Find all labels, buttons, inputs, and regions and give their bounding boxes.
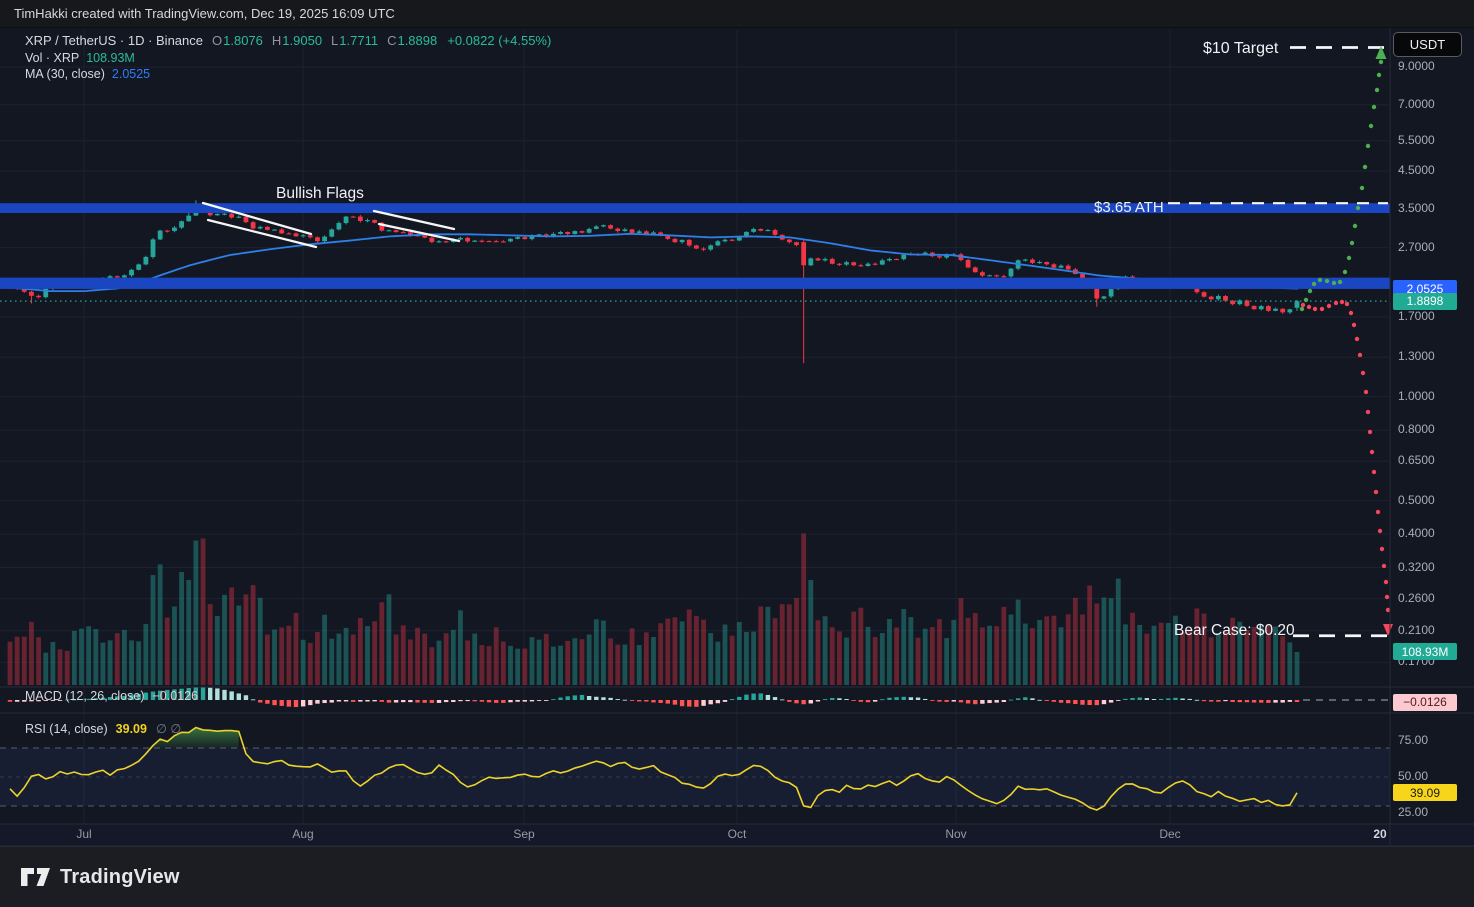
time-label: Sep (513, 827, 535, 841)
overlay-layer (0, 46, 1393, 638)
attribution-text: TimHakki created with TradingView.com, D… (14, 6, 395, 21)
low-label: L (331, 33, 339, 48)
price-tick-label: 3.5000 (1398, 200, 1435, 215)
rsi-null-icons: ∅ ∅ (155, 722, 182, 736)
flag-line (206, 218, 318, 249)
price-tick-label: 0.6500 (1398, 453, 1435, 468)
time-axis[interactable]: Jul Aug Sep Oct Nov Dec 20 (0, 824, 1474, 846)
price-tick-label: 7.0000 (1398, 96, 1435, 111)
volume-layer (7, 533, 1300, 685)
rsi-tick-label: 75.00 (1398, 732, 1429, 747)
price-tick-label: 0.2600 (1398, 590, 1435, 605)
change-value: +0.0822 (+4.55%) (447, 33, 552, 48)
price-badge-volume: 108.93M (1393, 643, 1457, 661)
price-tick-label: 1.7000 (1398, 309, 1435, 323)
open-value: 1.8076 (223, 33, 263, 48)
grid-layer (0, 30, 1474, 846)
price-tick-label: 0.5000 (1398, 492, 1435, 507)
price-tick-label: 9.0000 (1398, 59, 1435, 73)
volume-legend-row[interactable]: Vol · XRP 108.93M (25, 50, 551, 67)
brand-name: TradingView (60, 865, 180, 888)
time-label: Jul (76, 827, 92, 841)
rsi-label: RSI (14, close) (25, 722, 108, 736)
main-chart-canvas[interactable] (0, 0, 1474, 907)
price-tick-label: 2.7000 (1398, 239, 1435, 254)
price-tick-label: 4.5000 (1398, 162, 1435, 177)
price-tick-label: 0.4000 (1398, 526, 1435, 541)
price-axis[interactable]: 9.0000 7.0000 5.5000 4.5000 3.5000 2.7000 1.70… (1391, 28, 1474, 846)
annotation-target: $10 Target (1203, 40, 1279, 57)
rsi-value: 39.09 (115, 722, 147, 736)
price-tick-label: 5.5000 (1398, 132, 1435, 147)
time-label: Dec (1159, 827, 1181, 841)
ma-value: 2.0525 (111, 67, 151, 81)
footer-bar: TradingView (0, 846, 1474, 907)
annotation-bear-case: Bear Case: $0.20 (1174, 622, 1295, 639)
close-value: 1.8898 (397, 33, 438, 48)
time-label: Aug (292, 827, 314, 841)
tradingview-logo-icon (21, 868, 50, 886)
price-tick-label: 1.3000 (1398, 349, 1435, 364)
high-value: 1.9050 (282, 33, 323, 48)
low-value: 1.7711 (339, 33, 379, 48)
currency-toggle-button[interactable]: USDT (1393, 32, 1462, 57)
high-label: H (271, 33, 282, 48)
rsi-tick-label: 50.00 (1398, 769, 1429, 783)
price-tick-label: 0.2100 (1398, 622, 1435, 637)
close-label: C (387, 33, 397, 48)
price-badge-rsi: 39.09 (1393, 784, 1457, 802)
macd-label: MACD (12, 26, close) (25, 689, 145, 703)
price-tick-label: 0.8000 (1398, 422, 1435, 437)
macd-legend-row[interactable]: MACD (12, 26, close) −0.0126 (25, 689, 198, 703)
volume-value: 108.93M (86, 50, 135, 65)
macd-value: −0.0126 (152, 689, 199, 703)
time-label: Oct (727, 827, 747, 841)
rsi-tick-label: 25.00 (1398, 805, 1429, 820)
ma-legend-row[interactable]: MA (30, close) 2.0525 (25, 66, 551, 83)
time-label: Nov (945, 827, 967, 841)
open-label: O (212, 33, 223, 48)
annotation-ath: $3.65 ATH (1094, 199, 1164, 216)
price-badge-last: 1.8898 (1393, 292, 1457, 310)
price-badge-macd: −0.0126 (1393, 693, 1457, 711)
rsi-legend-row[interactable]: RSI (14, close) 39.09 ∅ ∅ (25, 721, 181, 736)
price-tick-label: 1.0000 (1398, 388, 1435, 403)
attribution-bar: TimHakki created with TradingView.com, D… (0, 0, 1474, 28)
symbol-legend-row[interactable]: XRP / TetherUS · 1D · Binance O1.8076 H1.9… (25, 33, 551, 50)
symbol-title: XRP / TetherUS · 1D · Binance (25, 33, 203, 48)
volume-label: Vol · XRP (25, 50, 80, 65)
price-tick-label: 0.3200 (1398, 559, 1435, 574)
annotation-bullish-flags: Bullish Flags (276, 185, 364, 202)
chart-legend: XRP / TetherUS · 1D · Binance O1.8076 H1.9… (25, 33, 551, 83)
price-band-support-zone (0, 277, 1390, 289)
ma-label: MA (30, close) (25, 67, 105, 81)
